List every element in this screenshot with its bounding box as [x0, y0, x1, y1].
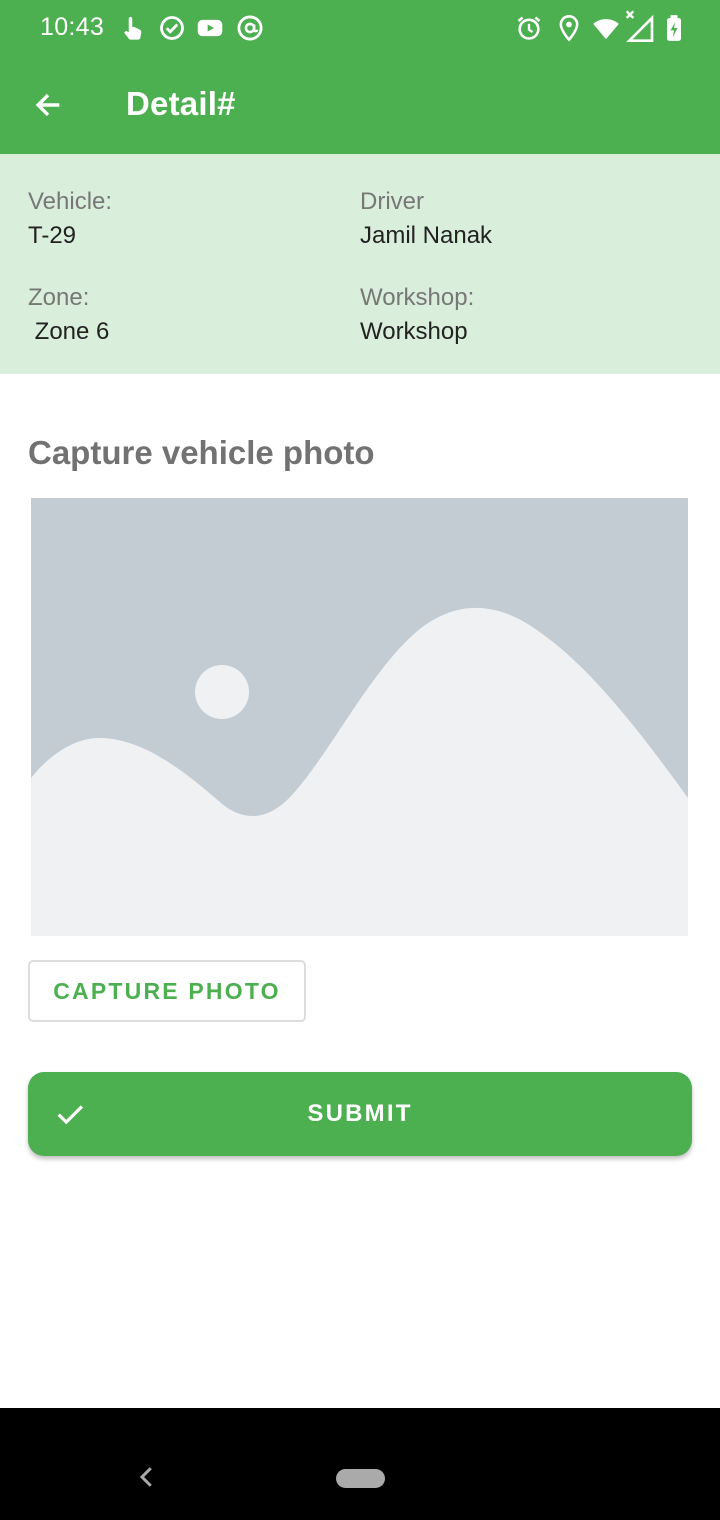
image-placeholder-icon [31, 498, 688, 936]
zone-label: Zone: [28, 284, 90, 311]
driver-value: Jamil Nanak [360, 222, 493, 249]
status-time: 10:43 [40, 13, 105, 41]
vehicle-info-panel: Vehicle: T-29 Driver Jamil Nanak Zone: Z… [0, 154, 720, 374]
youtube-icon [197, 19, 223, 37]
vehicle-value: T-29 [28, 222, 77, 249]
at-sign-icon [237, 15, 263, 41]
submit-button[interactable]: SUBMIT [28, 1072, 692, 1156]
section-title: Capture vehicle photo [28, 434, 375, 471]
photo-preview [31, 498, 688, 936]
page-title: Detail# [126, 85, 236, 122]
touch-icon [124, 16, 142, 40]
back-button[interactable] [24, 81, 72, 129]
system-nav-bar [0, 1408, 720, 1520]
capture-photo-button[interactable]: CAPTURE PHOTO [28, 960, 306, 1022]
location-icon [559, 15, 579, 42]
nav-back-icon[interactable] [132, 1462, 162, 1492]
workshop-value: Workshop [360, 318, 468, 345]
app-bar: Detail# [0, 56, 720, 154]
zone-value: Zone 6 [28, 318, 110, 345]
wifi-icon [593, 19, 619, 40]
arrow-left-icon [35, 93, 60, 117]
battery-icon [667, 15, 681, 41]
alarm-icon [517, 16, 541, 40]
status-bar: 10:43 [0, 0, 720, 56]
nav-home-button[interactable] [336, 1469, 385, 1488]
check-circle-icon [160, 16, 184, 40]
workshop-label: Workshop: [360, 284, 475, 311]
driver-label: Driver [360, 188, 424, 215]
submit-label: SUBMIT [307, 1100, 413, 1127]
signal-icon [625, 10, 654, 42]
vehicle-label: Vehicle: [28, 188, 113, 215]
